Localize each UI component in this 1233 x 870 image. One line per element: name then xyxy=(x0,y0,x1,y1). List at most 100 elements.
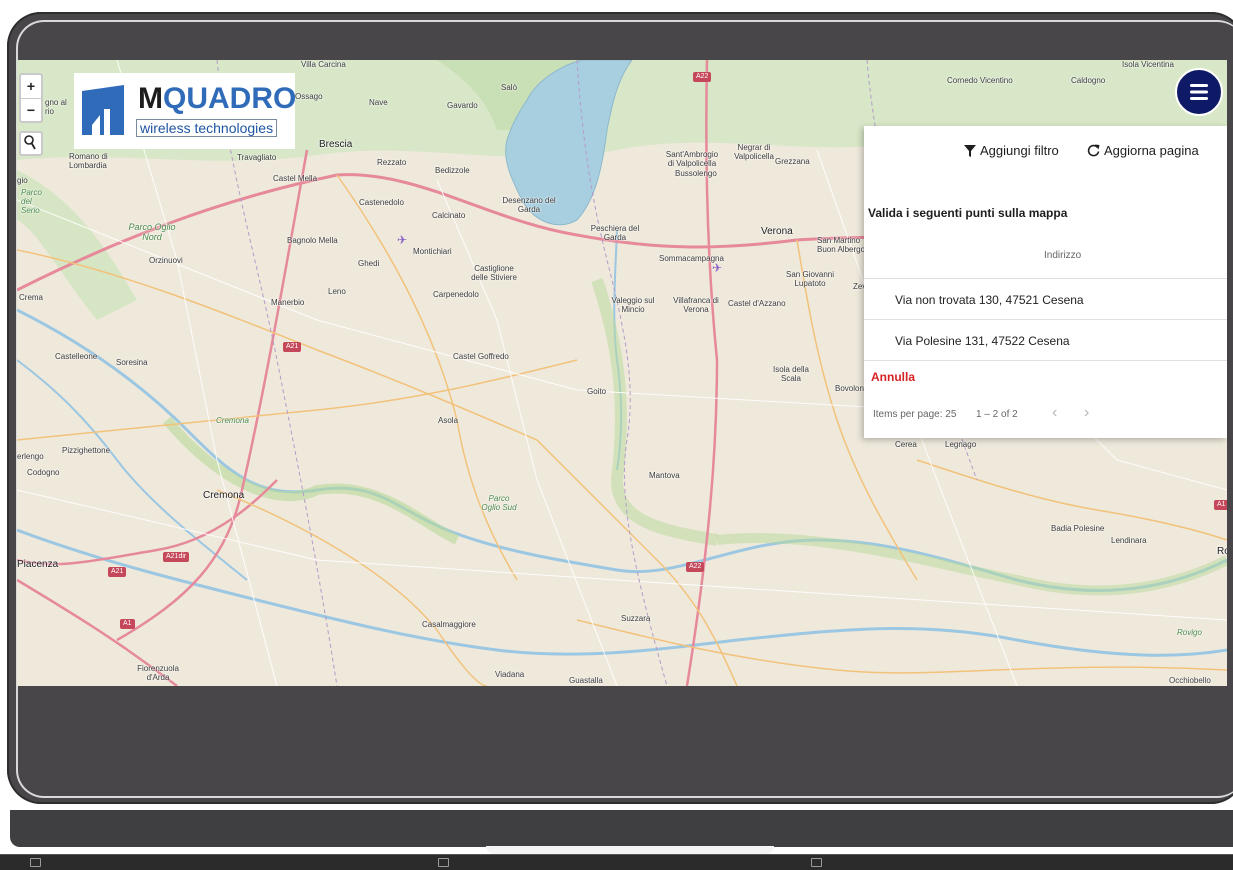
table-header: Indirizzo xyxy=(864,242,1227,279)
mquadro-logo: MQUADRO wireless technologies xyxy=(74,73,297,149)
map-place-label: Crema xyxy=(19,293,44,302)
road-shield: A1 xyxy=(1214,500,1227,510)
image-icon xyxy=(811,858,822,867)
search-icon xyxy=(24,135,36,150)
map-search-button[interactable] xyxy=(19,131,43,156)
cancel-button[interactable]: Annulla xyxy=(871,370,915,384)
map-place-label: Verona xyxy=(761,226,793,237)
taskbar xyxy=(0,854,1233,870)
map-place-label: Cremona xyxy=(216,416,249,425)
road-shield: A22 xyxy=(686,562,705,572)
map-place-label: Sant'Ambrogio di Valpolicella xyxy=(665,150,719,168)
map-place-label: San Giovanni Lupatoto xyxy=(785,270,835,288)
map-place-label: Ossago xyxy=(295,92,323,101)
add-filter-button[interactable]: Aggiungi filtro xyxy=(964,143,1059,158)
map-place-label: Parco Oglio Nord xyxy=(128,222,176,242)
map-place-label: erlengo xyxy=(17,452,44,461)
map-place-label: Orzinuovi xyxy=(149,256,183,265)
map-place-label: Cornedo Vicentino xyxy=(947,76,1013,85)
map-place-label: Soresina xyxy=(116,358,148,367)
map-place-label: Carpenedolo xyxy=(433,290,479,299)
map-place-label: Leno xyxy=(328,287,346,296)
map-place-label: Castel Goffredo xyxy=(453,352,509,361)
map-place-label: Isola della Scala xyxy=(772,365,810,383)
menu-button[interactable] xyxy=(1175,68,1223,116)
address-cell: Via Polesine 131, 47522 Cesena xyxy=(895,334,1070,348)
map-place-label: Legnago xyxy=(945,440,977,449)
next-page-button[interactable]: › xyxy=(1084,404,1089,422)
hamburger-icon xyxy=(1190,84,1208,100)
validation-panel: Aggiungi filtro Aggiorna pagina Valida i… xyxy=(864,126,1227,438)
map-place-label: Castel Mella xyxy=(273,174,318,183)
road-shield: A21 xyxy=(108,567,127,577)
refresh-page-button[interactable]: Aggiorna pagina xyxy=(1087,143,1199,158)
svg-text:✈: ✈ xyxy=(712,261,722,275)
add-filter-label: Aggiungi filtro xyxy=(980,143,1059,158)
map-place-label: Fiorenzuola d'Arda xyxy=(137,664,179,682)
map-place-label: Desenzano del Garda xyxy=(502,196,556,214)
laptop-base xyxy=(10,810,1233,847)
road-shield: A21 xyxy=(283,342,302,352)
map-place-label: Rezzato xyxy=(377,158,407,167)
map-place-label: Sommacampagna xyxy=(659,254,724,263)
road-shield: A1 xyxy=(120,619,135,629)
map-place-label: Nave xyxy=(369,98,388,107)
column-header-address[interactable]: Indirizzo xyxy=(1044,250,1081,261)
map-place-label: Suzzara xyxy=(621,614,651,623)
map-place-label: Castel d'Azzano xyxy=(728,299,786,308)
map-place-label: Viadana xyxy=(495,670,525,679)
items-per-page-select[interactable]: Items per page: 25 xyxy=(873,409,956,420)
map-place-label: Castenedolo xyxy=(359,198,404,207)
table-row[interactable]: Via non trovata 130, 47521 Cesena xyxy=(864,279,1227,320)
map-place-label: Lendinara xyxy=(1111,536,1147,545)
map-place-label: Parco del Serio xyxy=(21,188,42,215)
map-place-label: Bussolengo xyxy=(675,169,717,178)
map-place-label: Goito xyxy=(587,387,607,396)
chevron-left-icon: ‹ xyxy=(1052,404,1058,421)
svg-text:✈: ✈ xyxy=(397,233,407,247)
logo-mark-icon xyxy=(82,85,124,135)
image-icon xyxy=(438,858,449,867)
map-place-label: Manerbio xyxy=(271,298,305,307)
map-place-label: Isola Vicentina xyxy=(1122,60,1174,69)
logo-name: MQUADRO xyxy=(138,82,297,115)
map-place-label: Ghedi xyxy=(358,259,380,268)
refresh-icon xyxy=(1087,144,1100,157)
zoom-in-button[interactable]: + xyxy=(21,75,41,98)
previous-page-button[interactable]: ‹ xyxy=(1052,404,1057,422)
map-place-label: Bedizzole xyxy=(435,166,470,175)
chevron-right-icon: › xyxy=(1084,404,1090,421)
zoom-out-button[interactable]: − xyxy=(21,99,41,122)
map-place-label: Castelleone xyxy=(55,352,98,361)
map-place-label: Parco Oglio Sud xyxy=(481,494,517,512)
address-cell: Via non trovata 130, 47521 Cesena xyxy=(895,293,1084,307)
map-place-label: Codogno xyxy=(27,468,60,477)
table-row[interactable]: Via Polesine 131, 47522 Cesena xyxy=(864,320,1227,361)
map-place-label: Negrar di Valpolicella xyxy=(734,143,774,161)
map-place-label: gio xyxy=(17,176,28,185)
map-place-label: Cremona xyxy=(203,490,245,501)
zoom-control: + − xyxy=(19,73,43,123)
map-place-label: Piacenza xyxy=(17,559,59,570)
map-place-label: Calcinato xyxy=(432,211,466,220)
map-place-label: Caldogno xyxy=(1071,76,1106,85)
map-place-label: Travagliato xyxy=(237,153,277,162)
logo-subtitle: wireless technologies xyxy=(136,119,278,137)
filter-icon xyxy=(964,144,976,157)
map-place-label: Mantova xyxy=(649,471,680,480)
page-range-label: 1 – 2 of 2 xyxy=(976,409,1018,420)
map-place-label: Bagnolo Mella xyxy=(287,236,338,245)
map-place-label: Brescia xyxy=(319,139,353,150)
map-place-label: Valeggio sul Mincio xyxy=(611,296,655,314)
map-place-label: Montichiari xyxy=(413,247,452,256)
map-place-label: Rovigo xyxy=(1177,628,1202,637)
map-place-label: Asola xyxy=(438,416,459,425)
map-place-label: Guastalla xyxy=(569,676,603,685)
road-shield: A21dir xyxy=(163,552,190,562)
map-place-label: Badia Polesine xyxy=(1051,524,1105,533)
map-place-label: Pizzighettone xyxy=(62,446,111,455)
map-place-label: Occhiobello xyxy=(1169,676,1211,685)
map-place-label: Villafranca di Verona xyxy=(673,296,719,314)
laptop-notch xyxy=(486,846,774,854)
map-place-label: Ro xyxy=(1217,546,1227,557)
